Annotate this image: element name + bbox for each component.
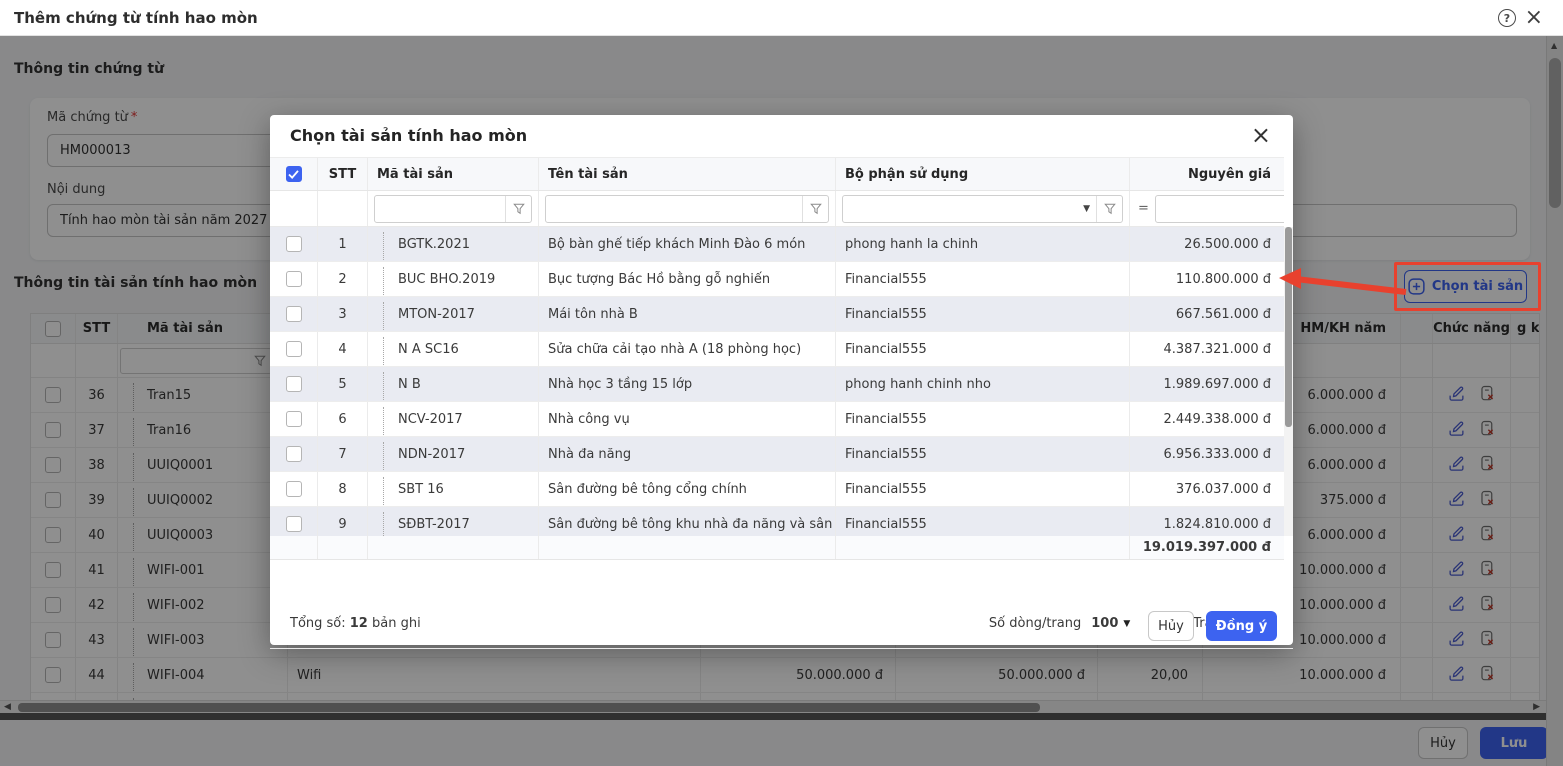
dropdown-caret-icon[interactable]: ▼ [1083,204,1090,214]
help-icon[interactable]: ? [1498,9,1516,27]
record-count: Tổng số: 12 bản ghi [290,616,421,631]
page-title: Thêm chứng từ tính hao mòn [14,0,258,36]
select-all-checkbox[interactable] [286,166,302,182]
row-checkbox[interactable] [286,481,302,497]
dept-filter-input[interactable] [843,196,1083,222]
code-filter-input[interactable] [375,196,505,222]
table-row[interactable]: 5 N B Nhà học 3 tầng 15 lớp phong hanh c… [270,367,1284,402]
table-row[interactable]: 3 MTON-2017 Mái tôn nhà B Financial555 6… [270,297,1284,332]
table-row[interactable]: 2 BUC BHO.2019 Bục tượng Bác Hồ bằng gỗ … [270,262,1284,297]
modal-cancel-button[interactable]: Hủy [1148,611,1194,641]
row-checkbox[interactable] [286,516,302,532]
modal-scrollbar-thumb[interactable] [1285,227,1292,427]
row-checkbox[interactable] [286,446,302,462]
modal-table-header: STT Mã tài sản Tên tài sản Bộ phận sử dụ… [270,157,1284,191]
table-row[interactable]: 9 SĐBT-2017 Sân đường bê tông khu nhà đa… [270,507,1284,536]
chevron-down-icon: ▼ [1123,619,1130,629]
filter-funnel-icon[interactable] [505,196,531,222]
filter-funnel-icon[interactable] [1096,196,1122,222]
modal-table-scrollbar[interactable] [1284,227,1293,536]
table-row[interactable]: 1 BGTK.2021 Bộ bàn ghế tiếp khách Minh Đ… [270,227,1284,262]
app-window: Thêm chứng từ tính hao mòn ? × Thông tin… [0,0,1563,766]
header-bo-phan-su-dung: Bộ phận sử dụng [836,158,1130,190]
modal-filter-row: ▼ = [270,191,1284,227]
row-checkbox[interactable] [286,236,302,252]
equals-operator[interactable]: = [1138,201,1149,216]
window-titlebar: Thêm chứng từ tính hao mòn ? × [0,0,1563,36]
choose-asset-modal: Chọn tài sản tính hao mòn × STT Mã tài s… [270,115,1293,645]
row-checkbox[interactable] [286,341,302,357]
row-checkbox[interactable] [286,376,302,392]
name-filter-input[interactable] [546,196,802,222]
header-ma-tai-san: Mã tài sản [368,158,539,190]
total-nguyen-gia: 19.019.397.000 đ [1130,536,1284,559]
filter-funnel-icon[interactable] [802,196,828,222]
modal-ok-button[interactable]: Đồng ý [1206,611,1277,641]
modal-title: Chọn tài sản tính hao mòn [290,126,527,145]
table-row[interactable]: 8 SBT 16 Sân đường bê tông cổng chính Fi… [270,472,1284,507]
modal-total-row: 19.019.397.000 đ [270,536,1284,560]
table-row[interactable]: 6 NCV-2017 Nhà công vụ Financial555 2.44… [270,402,1284,437]
close-icon[interactable]: × [1525,4,1543,32]
rows-per-page-label: Số dòng/trang [989,616,1081,631]
header-stt: STT [318,158,368,190]
header-nguyen-gia: Nguyên giá [1130,158,1284,190]
modal-close-icon[interactable]: × [1251,120,1271,150]
modal-pagination-bar: Tổng số: 12 bản ghi Số dòng/trang 100 ▼ … [270,602,1293,649]
modal-table: STT Mã tài sản Tên tài sản Bộ phận sử dụ… [270,157,1293,560]
header-ten-tai-san: Tên tài sản [539,158,836,190]
table-row[interactable]: 7 NDN-2017 Nhà đa năng Financial555 6.95… [270,437,1284,472]
rows-per-page-select[interactable]: 100 ▼ [1091,616,1130,631]
row-checkbox[interactable] [286,271,302,287]
table-row[interactable]: 4 N A SC16 Sửa chữa cải tạo nhà A (18 ph… [270,332,1284,367]
record-count-value: 12 [350,616,368,631]
row-checkbox[interactable] [286,411,302,427]
modal-table-body: 1 BGTK.2021 Bộ bàn ghế tiếp khách Minh Đ… [270,227,1293,536]
price-filter-input[interactable] [1156,196,1284,222]
row-checkbox[interactable] [286,306,302,322]
